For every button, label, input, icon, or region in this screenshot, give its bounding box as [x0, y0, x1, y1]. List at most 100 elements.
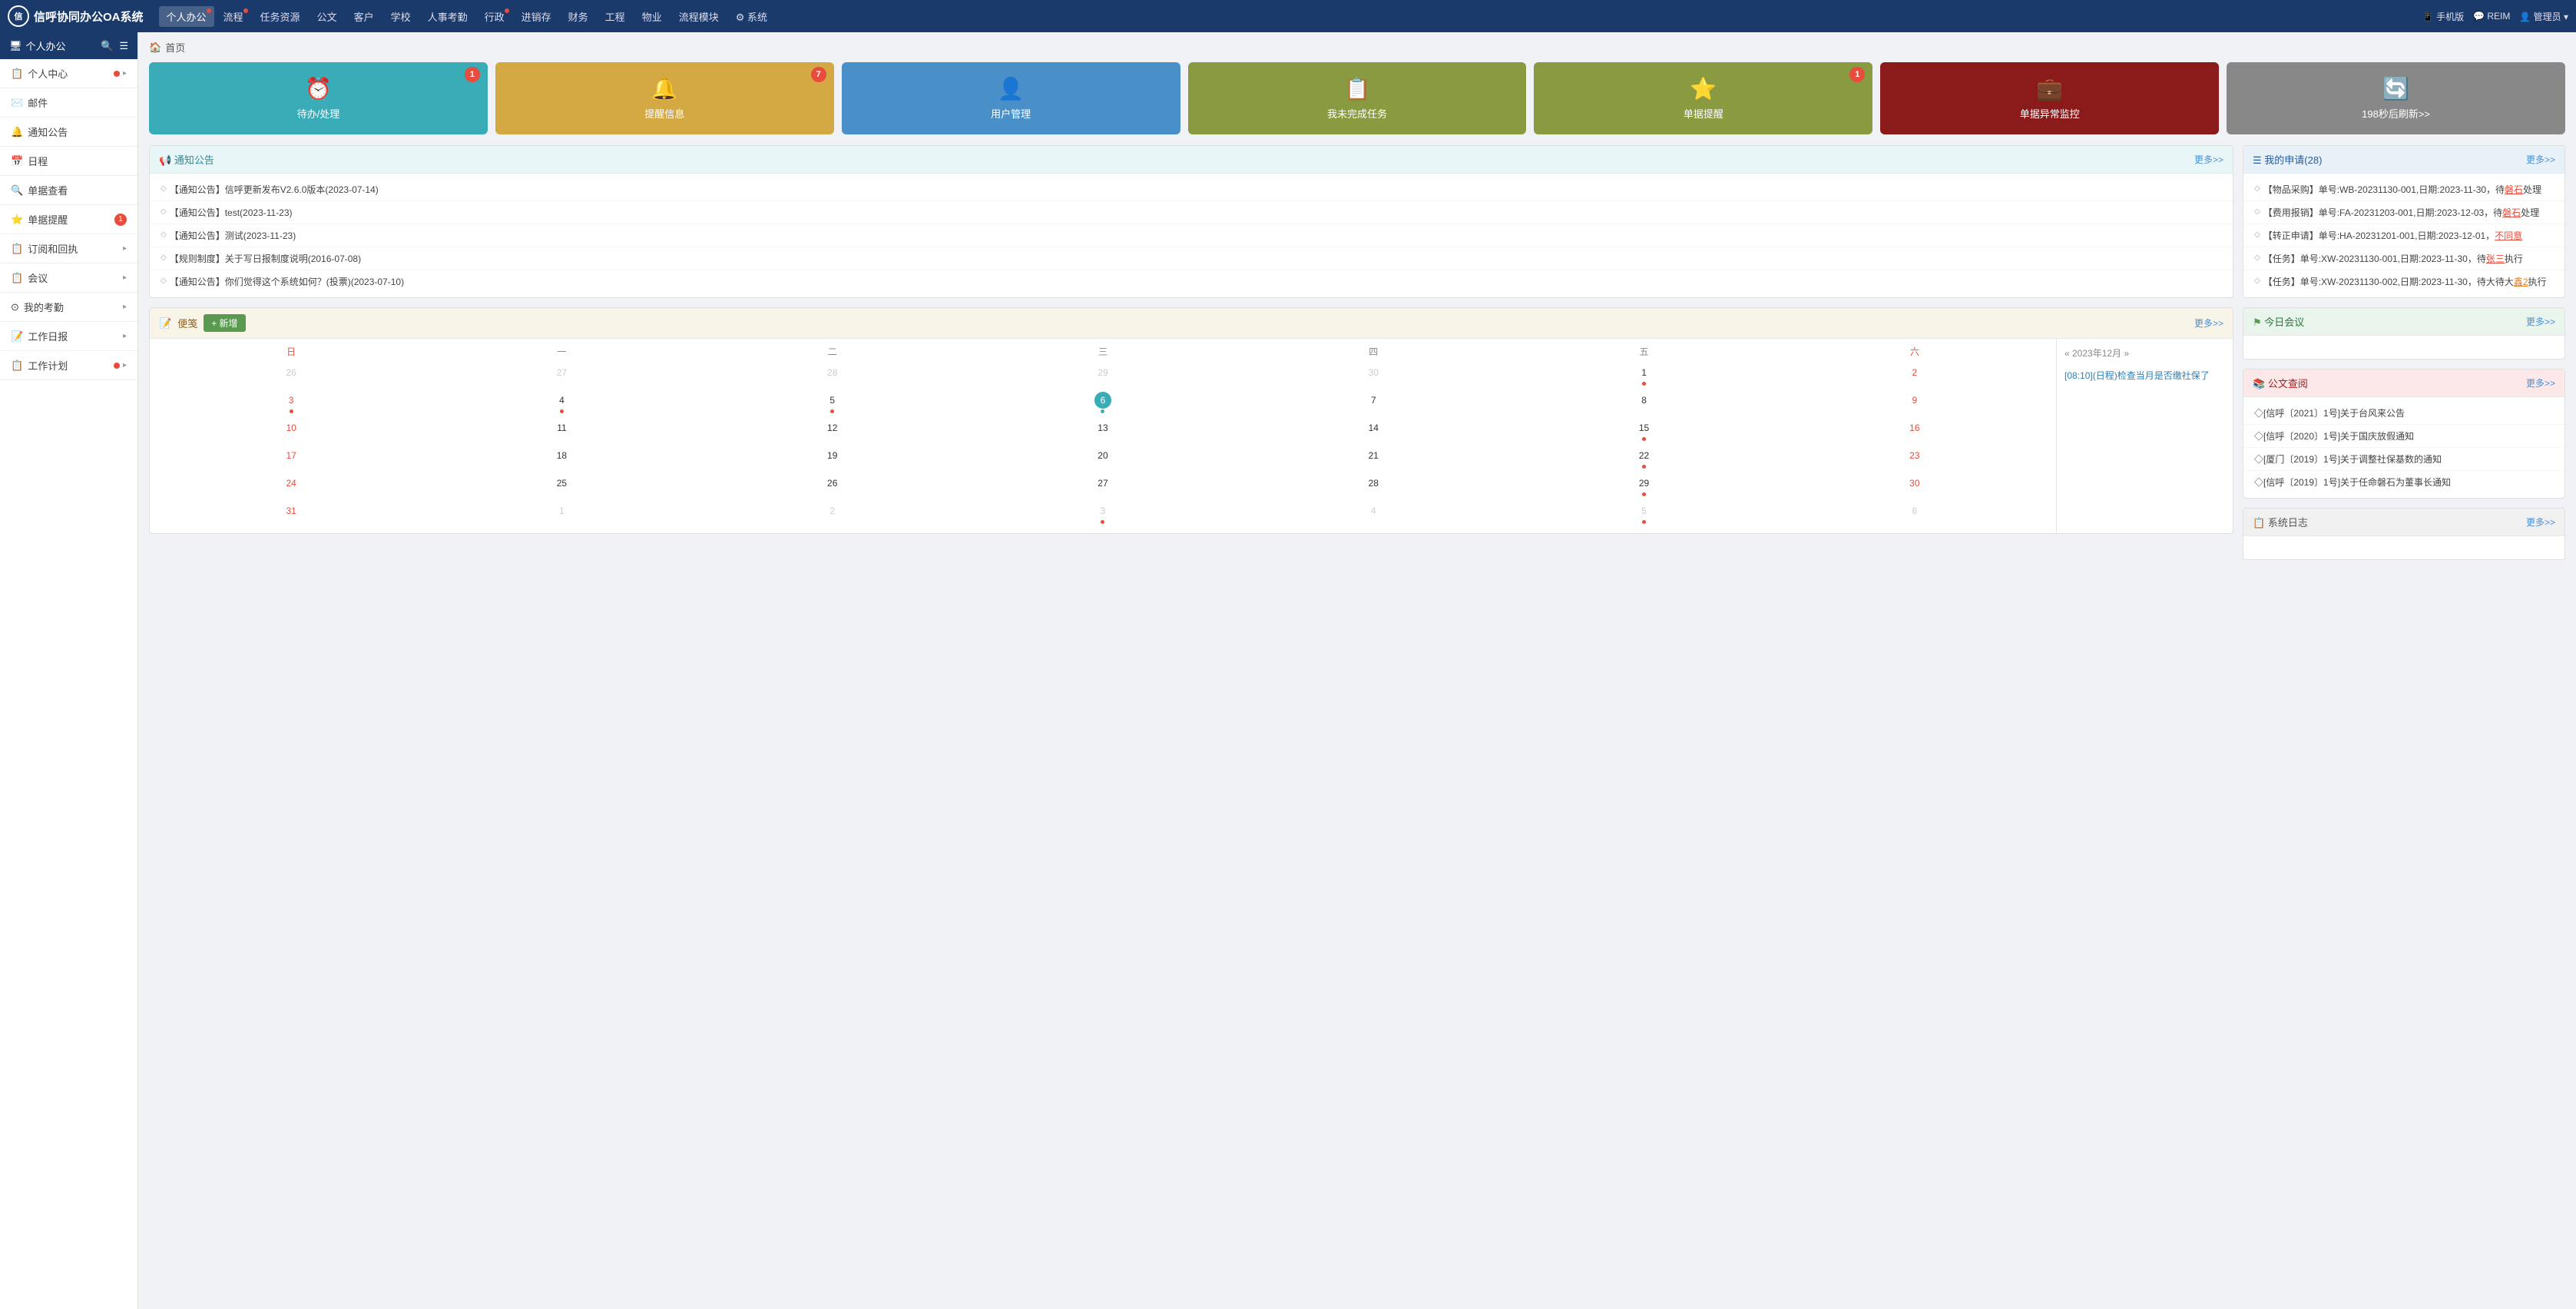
- cal-day[interactable]: 26: [697, 472, 968, 499]
- document-item[interactable]: ◇[信呼〔2020〕1号]关于国庆放假通知: [2243, 425, 2564, 448]
- cal-day[interactable]: 28: [697, 361, 968, 389]
- nav-item-学校[interactable]: 学校: [383, 6, 419, 27]
- my-application-item[interactable]: ◇【转正申请】单号:HA-20231201-001,日期:2023-12-01，…: [2243, 224, 2564, 247]
- cal-day[interactable]: 25: [426, 472, 697, 499]
- nav-item-流程[interactable]: 流程: [216, 6, 251, 27]
- calendar-event-item[interactable]: [08:10](日程)检查当月是否缴社保了: [2064, 367, 2225, 383]
- my-application-item[interactable]: ◇【物品采购】单号:WB-20231130-001,日期:2023-11-30，…: [2243, 178, 2564, 201]
- cal-day[interactable]: 1: [426, 499, 697, 527]
- cal-day[interactable]: 10: [156, 416, 426, 444]
- sidebar-menu-icon[interactable]: ☰: [119, 40, 128, 52]
- notepad-more-link[interactable]: 更多>>: [2194, 316, 2223, 330]
- cal-day[interactable]: 6: [1780, 499, 2050, 527]
- nav-item-流程模块[interactable]: 流程模块: [671, 6, 727, 27]
- cal-day[interactable]: 19: [697, 444, 968, 472]
- sidebar-item-单据提醒[interactable]: ⭐ 单据提醒 1: [0, 205, 137, 234]
- notice-item[interactable]: ◇【通知公告】信呼更新发布V2.6.0版本(2023-07-14): [150, 178, 2233, 201]
- cal-day[interactable]: 23: [1780, 444, 2050, 472]
- nav-item-进销存[interactable]: 进销存: [514, 6, 559, 27]
- today-meeting-more[interactable]: 更多>>: [2526, 315, 2555, 328]
- document-item[interactable]: ◇[厦门〔2019〕1号]关于调整社保基数的通知: [2243, 448, 2564, 471]
- nav-item-物业[interactable]: 物业: [634, 6, 670, 27]
- cal-day[interactable]: 26: [156, 361, 426, 389]
- sidebar-item-订阅和回执[interactable]: 📋 订阅和回执 ▸: [0, 234, 137, 263]
- document-item[interactable]: ◇[信呼〔2021〕1号]关于台风来公告: [2243, 402, 2564, 425]
- sidebar-item-会议[interactable]: 📋 会议 ▸: [0, 263, 137, 293]
- logo[interactable]: 信 信呼协同办公OA系统: [8, 5, 144, 27]
- cal-day[interactable]: 11: [426, 416, 697, 444]
- top-nav-right-item[interactable]: 📱 手机版: [2422, 10, 2464, 23]
- my-application-item[interactable]: ◇【任务】单号:XW-20231130-001,日期:2023-11-30，待张…: [2243, 247, 2564, 270]
- nav-item-工程[interactable]: 工程: [598, 6, 633, 27]
- cal-day[interactable]: 2: [1780, 361, 2050, 389]
- cal-day[interactable]: 18: [426, 444, 697, 472]
- cal-day[interactable]: 6: [968, 389, 1238, 416]
- cal-day[interactable]: 5: [697, 389, 968, 416]
- cal-day[interactable]: 29: [1508, 472, 1779, 499]
- cal-day[interactable]: 27: [968, 472, 1238, 499]
- cal-day[interactable]: 30: [1780, 472, 2050, 499]
- cal-day[interactable]: 31: [156, 499, 426, 527]
- cal-day[interactable]: 21: [1238, 444, 1508, 472]
- notice-more-link[interactable]: 更多>>: [2194, 153, 2223, 166]
- cal-day[interactable]: 27: [426, 361, 697, 389]
- dashboard-card-提醒信息[interactable]: 7 🔔 提醒信息: [495, 62, 834, 134]
- nav-item-系统[interactable]: ⚙ 系统: [728, 6, 775, 27]
- sidebar-item-通知公告[interactable]: 🔔 通知公告: [0, 118, 137, 147]
- notice-item[interactable]: ◇【规则制度】关于写日报制度说明(2016-07-08): [150, 247, 2233, 270]
- sidebar-item-个人中心[interactable]: 📋 个人中心 ▸: [0, 59, 137, 88]
- notice-item[interactable]: ◇【通知公告】test(2023-11-23): [150, 201, 2233, 224]
- cal-day[interactable]: 5: [1508, 499, 1779, 527]
- sidebar-item-工作日报[interactable]: 📝 工作日报 ▸: [0, 322, 137, 351]
- cal-day[interactable]: 1: [1508, 361, 1779, 389]
- dashboard-card-用户管理[interactable]: 👤 用户管理: [842, 62, 1180, 134]
- nav-item-行政[interactable]: 行政: [477, 6, 512, 27]
- notepad-add-btn[interactable]: + 新增: [204, 314, 245, 332]
- cal-day[interactable]: 15: [1508, 416, 1779, 444]
- dashboard-card-我未完成任务[interactable]: 📋 我未完成任务: [1188, 62, 1527, 134]
- nav-item-任务资源[interactable]: 任务资源: [253, 6, 308, 27]
- cal-day[interactable]: 13: [968, 416, 1238, 444]
- sidebar-item-工作计划[interactable]: 📋 工作计划 ▸: [0, 351, 137, 380]
- nav-item-客户[interactable]: 客户: [346, 6, 382, 27]
- sidebar-item-我的考勤[interactable]: ⊙ 我的考勤 ▸: [0, 293, 137, 322]
- cal-day[interactable]: 12: [697, 416, 968, 444]
- dashboard-card-单据异常监控[interactable]: 💼 单据异常监控: [1880, 62, 2219, 134]
- cal-day[interactable]: 9: [1780, 389, 2050, 416]
- my-application-item[interactable]: ◇【任务】单号:XW-20231130-002,日期:2023-11-30，待大…: [2243, 270, 2564, 293]
- cal-day[interactable]: 29: [968, 361, 1238, 389]
- sidebar-item-单据查看[interactable]: 🔍 单据查看: [0, 176, 137, 205]
- cal-day[interactable]: 3: [156, 389, 426, 416]
- cal-day[interactable]: 22: [1508, 444, 1779, 472]
- my-applications-more[interactable]: 更多>>: [2526, 153, 2555, 166]
- cal-day[interactable]: 14: [1238, 416, 1508, 444]
- notice-item[interactable]: ◇【通知公告】你们觉得这个系统如何？(投票)(2023-07-10): [150, 270, 2233, 293]
- notice-item[interactable]: ◇【通知公告】测试(2023-11-23): [150, 224, 2233, 247]
- dashboard-card-单据提醒[interactable]: 1 ⭐ 单据提醒: [1534, 62, 1872, 134]
- nav-item-财务[interactable]: 财务: [561, 6, 596, 27]
- cal-day[interactable]: 8: [1508, 389, 1779, 416]
- my-application-item[interactable]: ◇【费用报销】单号:FA-20231203-001,日期:2023-12-03，…: [2243, 201, 2564, 224]
- cal-day[interactable]: 16: [1780, 416, 2050, 444]
- document-query-more[interactable]: 更多>>: [2526, 376, 2555, 389]
- dashboard-card-待办/处理[interactable]: 1 ⏰ 待办/处理: [149, 62, 488, 134]
- cal-day[interactable]: 17: [156, 444, 426, 472]
- sidebar-item-邮件[interactable]: ✉️ 邮件: [0, 88, 137, 118]
- cal-day[interactable]: 2: [697, 499, 968, 527]
- system-log-more[interactable]: 更多>>: [2526, 515, 2555, 529]
- document-item[interactable]: ◇[信呼〔2019〕1号]关于任命磐石为董事长通知: [2243, 471, 2564, 493]
- nav-item-个人办公[interactable]: 个人办公: [159, 6, 214, 27]
- top-nav-right-item[interactable]: 👤 管理员 ▾: [2519, 10, 2568, 23]
- sidebar-search-icon[interactable]: 🔍: [101, 40, 113, 52]
- cal-day[interactable]: 7: [1238, 389, 1508, 416]
- cal-day[interactable]: 3: [968, 499, 1238, 527]
- nav-item-人事考勤[interactable]: 人事考勤: [420, 6, 475, 27]
- cal-day[interactable]: 28: [1238, 472, 1508, 499]
- cal-day[interactable]: 20: [968, 444, 1238, 472]
- cal-day[interactable]: 24: [156, 472, 426, 499]
- top-nav-right-item[interactable]: 💬 REIM: [2473, 11, 2510, 22]
- nav-item-公文[interactable]: 公文: [310, 6, 345, 27]
- dashboard-card-198秒后刷新>>[interactable]: 🔄 198秒后刷新>>: [2227, 62, 2565, 134]
- cal-day[interactable]: 4: [1238, 499, 1508, 527]
- cal-day[interactable]: 4: [426, 389, 697, 416]
